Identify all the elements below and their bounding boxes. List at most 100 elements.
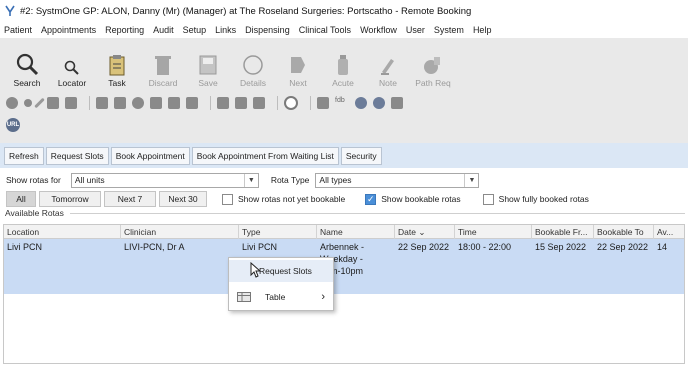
task-button[interactable]: Task (95, 48, 139, 88)
next-button[interactable]: Next (276, 48, 320, 88)
path-req-button[interactable]: Path Req (411, 48, 455, 88)
show-rotas-select[interactable]: All units ▼ (70, 172, 259, 188)
path-req-label: Path Req (415, 78, 451, 88)
checkbox-box[interactable] (222, 193, 233, 205)
menu-workflow[interactable]: Workflow (360, 25, 397, 35)
url-link-icon[interactable]: URL (6, 118, 20, 132)
book-appointment-button[interactable]: Book Appointment (110, 146, 190, 165)
col-bookable-from[interactable]: Bookable Fr... (532, 225, 594, 239)
context-request-slots[interactable]: Request Slots (229, 260, 333, 282)
menu-system[interactable]: System (434, 25, 464, 35)
globe-icon[interactable] (355, 97, 367, 109)
book-from-waiting-list-button[interactable]: Book Appointment From Waiting List (191, 146, 339, 165)
col-location[interactable]: Location (4, 225, 121, 239)
chart-icon[interactable] (65, 97, 77, 109)
main-toolbar: Search Locator Task Discard Save Details… (0, 38, 688, 146)
next-arrow-icon (291, 57, 305, 73)
people-icon[interactable] (47, 97, 59, 109)
checkmark-icon[interactable]: ✓ (365, 193, 377, 205)
menu-audit[interactable]: Audit (153, 25, 174, 35)
cell-available: 14 (657, 242, 668, 252)
menu-links[interactable]: Links (215, 25, 236, 35)
context-request-slots-label: Request Slots (259, 266, 312, 276)
acute-button[interactable]: Acute (321, 48, 365, 88)
user-key-icon[interactable] (150, 97, 162, 109)
note-icon (381, 59, 394, 75)
acute-bottle-icon (338, 55, 348, 75)
range-all-button[interactable]: All (6, 191, 36, 207)
menu-user[interactable]: User (406, 25, 425, 35)
patient-record-icon[interactable] (6, 97, 18, 109)
cell-bookable-to: 22 Sep 2022 (597, 242, 649, 252)
document-icon[interactable] (186, 97, 198, 109)
details-circle-icon (243, 55, 263, 75)
toolbar-separator (89, 96, 90, 110)
menu-appointments[interactable]: Appointments (41, 25, 96, 35)
show-fully-booked-label: Show fully booked rotas (498, 194, 589, 204)
menu-dispensing[interactable]: Dispensing (245, 25, 290, 35)
table-row[interactable]: Livi PCN LIVI-PCN, Dr A Livi PCN Arbenne… (4, 239, 684, 294)
note-button[interactable]: Note (366, 48, 410, 88)
circle-icon[interactable] (132, 97, 144, 109)
col-clinician[interactable]: Clinician (121, 225, 239, 239)
rota-type-select[interactable]: All types ▼ (315, 172, 480, 188)
menu-clinical-tools[interactable]: Clinical Tools (299, 25, 351, 35)
chevron-down-icon[interactable]: ▼ (243, 173, 258, 187)
note-label: Note (379, 78, 397, 88)
menu-setup[interactable]: Setup (183, 25, 207, 35)
trash-bin-icon (155, 56, 171, 75)
save-label: Save (198, 78, 218, 88)
table-header: Location Clinician Type Name Date ⌄ Time… (4, 225, 684, 239)
print-icon[interactable] (317, 97, 329, 109)
details-button[interactable]: Details (231, 48, 275, 88)
code-icon[interactable] (235, 97, 247, 109)
show-not-yet-bookable-label: Show rotas not yet bookable (238, 194, 346, 204)
search-button[interactable]: Search (5, 48, 49, 88)
task-label: Task (108, 78, 126, 88)
range-tomorrow-button[interactable]: Tomorrow (39, 191, 101, 207)
col-time[interactable]: Time (455, 225, 532, 239)
context-table[interactable]: Table › (229, 286, 333, 308)
range-next30-button[interactable]: Next 30 (159, 191, 207, 207)
record-dot-icon[interactable] (24, 99, 32, 107)
range-next7-button[interactable]: Next 7 (104, 191, 156, 207)
show-fully-booked-checkbox[interactable]: Show fully booked rotas (482, 193, 589, 205)
refresh-button[interactable]: Refresh (4, 146, 44, 165)
locator-button[interactable]: Locator (50, 48, 94, 88)
fdb-icon[interactable]: fdb (335, 97, 349, 109)
telephone-icon[interactable] (284, 96, 298, 110)
show-not-yet-bookable-checkbox[interactable]: Show rotas not yet bookable (222, 193, 346, 205)
checkbox-box[interactable] (482, 193, 494, 205)
phone-icon[interactable] (114, 97, 126, 109)
col-available[interactable]: Av... (654, 225, 684, 239)
book-icon[interactable] (217, 97, 229, 109)
context-menu: Request Slots Table › (228, 257, 334, 311)
tools-icon[interactable] (34, 97, 45, 109)
range-row: All Tomorrow Next 7 Next 30 Show rotas n… (0, 189, 688, 209)
save-button[interactable]: Save (186, 48, 230, 88)
url-icon[interactable] (373, 97, 385, 109)
cell-location: Livi PCN (7, 242, 43, 252)
rota-type-value: All types (319, 175, 352, 185)
menu-reporting[interactable]: Reporting (105, 25, 144, 35)
col-type[interactable]: Type (239, 225, 317, 239)
col-name[interactable]: Name (317, 225, 395, 239)
show-bookable-checkbox[interactable]: ✓ Show bookable rotas (365, 193, 461, 205)
locator-label: Locator (57, 78, 87, 88)
request-slots-button[interactable]: Request Slots (45, 146, 109, 165)
col-date[interactable]: Date ⌄ (395, 225, 455, 239)
warning-icon[interactable] (253, 97, 265, 109)
cell-time: 18:00 - 22:00 (458, 242, 512, 252)
trash-icon[interactable] (391, 97, 403, 109)
list-icon[interactable] (96, 97, 108, 109)
grid-icon[interactable] (168, 97, 180, 109)
col-bookable-to[interactable]: Bookable To (594, 225, 654, 239)
discard-button[interactable]: Discard (141, 48, 185, 88)
toolbar-separator (210, 96, 211, 110)
window-title: #2: SystmOne GP: ALON, Danny (Mr) (Manag… (20, 5, 472, 17)
cell-bookable-from: 15 Sep 2022 (535, 242, 587, 252)
chevron-down-icon[interactable]: ▼ (464, 173, 478, 187)
menu-help[interactable]: Help (473, 25, 492, 35)
menu-patient[interactable]: Patient (4, 25, 32, 35)
security-button[interactable]: Security (340, 146, 382, 165)
